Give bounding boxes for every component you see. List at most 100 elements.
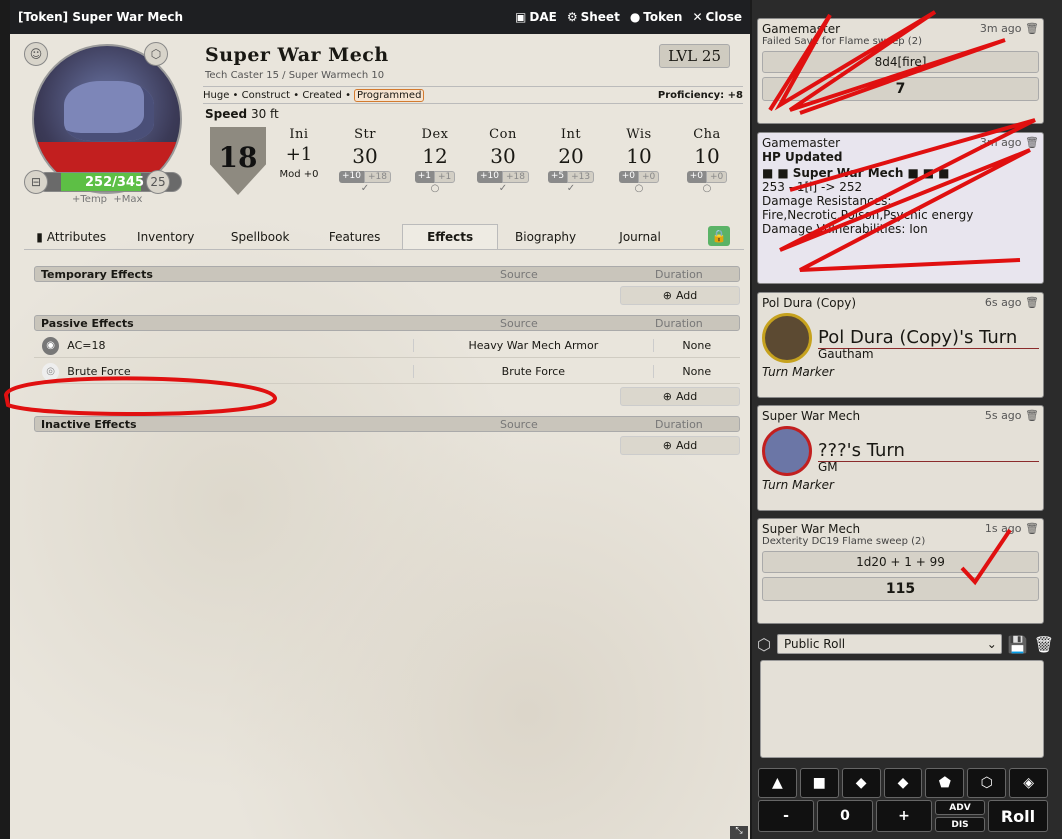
chevron-down-icon: ⌄: [986, 637, 997, 651]
ability-int[interactable]: Int 20 +5 +13 ✓: [540, 127, 602, 194]
armor-icon: ◉: [42, 336, 60, 355]
save-icon[interactable]: 💾: [1008, 635, 1028, 654]
minus-button[interactable]: -: [758, 800, 814, 832]
add-temporary-effect-button[interactable]: ⊕ Add: [620, 286, 740, 305]
user-icon[interactable]: ■: [907, 166, 918, 180]
plus-circle-icon: ⊕: [662, 289, 672, 302]
add-passive-effect-button[interactable]: ⊕ Add: [620, 387, 740, 406]
ability-dex[interactable]: Dex 12 +1 +1 ○: [404, 127, 466, 194]
trash-icon[interactable]: 🗑: [1025, 409, 1039, 422]
trash-icon[interactable]: 🗑: [1025, 136, 1039, 149]
d100-icon[interactable]: ◈: [1009, 768, 1049, 798]
d20-icon: ⬡: [757, 634, 771, 654]
chat-message[interactable]: Gamemaster 3m ago 🗑 Failed Save for Flame…: [757, 18, 1044, 124]
trash-icon[interactable]: 🗑: [1025, 522, 1039, 535]
plus-button[interactable]: +: [876, 800, 932, 832]
fist-icon: ◎: [42, 362, 60, 381]
roll-button[interactable]: Roll: [988, 800, 1048, 832]
trash-icon[interactable]: 🗑: [1034, 635, 1054, 654]
proficiency: Proficiency: +8: [657, 89, 743, 101]
chat-message[interactable]: Super War Mech 5s ago 🗑 ???'s Turn GM Tur…: [757, 405, 1044, 511]
trash-icon[interactable]: 🗑: [1025, 22, 1039, 35]
roll-mode-select[interactable]: Public Roll ⌄: [776, 634, 1002, 654]
tab-features[interactable]: Features: [307, 224, 401, 249]
d12-icon[interactable]: ⬟: [925, 768, 965, 798]
level-badge: LVL 25: [659, 44, 730, 68]
effect-row[interactable]: ◎ Brute Force Brute Force None: [34, 360, 740, 384]
tab-biography[interactable]: Biography: [498, 224, 592, 249]
add-inactive-effect-button[interactable]: ⊕ Add: [620, 436, 740, 455]
modifier-input[interactable]: 0: [817, 800, 873, 832]
roll-total[interactable]: 7: [762, 77, 1039, 101]
dice-tray: ▲ ■ ◆ ◆ ⬟ ⬡ ◈: [758, 768, 1049, 798]
resize-handle-icon[interactable]: ⤡: [730, 826, 748, 839]
ability-con[interactable]: Con 30 +10 +18 ✓: [472, 127, 534, 194]
token-button[interactable]: ● Token: [630, 10, 683, 24]
chat-message[interactable]: Gamemaster 3m ago 🗑 HP Updated ■ ■ Super W…: [757, 132, 1044, 284]
sheet-tabs: ▮ Attributes Inventory Spellbook Features…: [24, 224, 744, 250]
actor-traits: Huge • Construct • Created • Programmed P…: [203, 86, 743, 104]
trash-icon[interactable]: 🗑: [1025, 296, 1039, 309]
gear-icon: ⚙: [566, 10, 578, 24]
speed[interactable]: Speed 30 ft: [205, 107, 279, 121]
hit-dice[interactable]: 25: [146, 170, 170, 194]
passive-effects-header: Passive Effects Source Duration: [34, 315, 740, 331]
programmed-tag[interactable]: Programmed: [353, 88, 425, 102]
ability-ini[interactable]: Ini +1 Mod +0: [268, 127, 330, 180]
user-icon[interactable]: ■: [923, 166, 934, 180]
ability-str[interactable]: Str 30 +10 +18 ✓: [334, 127, 396, 194]
plus-circle-icon: ⊕: [662, 439, 672, 452]
chat-input[interactable]: [760, 660, 1044, 758]
d20-icon[interactable]: ⬡: [967, 768, 1007, 798]
ability-wis[interactable]: Wis 10 +0 +0 ○: [608, 127, 670, 194]
user-icon[interactable]: ■: [938, 166, 949, 180]
user-icon[interactable]: ■: [777, 166, 788, 180]
temporary-effects-header: Temporary Effects Source Duration: [34, 266, 740, 282]
plus-circle-icon: ⊕: [662, 390, 672, 403]
roll-formula[interactable]: 8d4[fire]: [762, 51, 1039, 73]
tab-attributes[interactable]: ▮ Attributes: [24, 224, 118, 249]
hp-temp-max[interactable]: +Temp +Max: [72, 194, 142, 205]
rest-bed-icon[interactable]: ⊟: [24, 170, 48, 194]
tab-spellbook[interactable]: Spellbook: [213, 224, 307, 249]
roll-total[interactable]: 115: [762, 577, 1039, 601]
avatar: [762, 426, 812, 476]
chat-message[interactable]: Pol Dura (Copy) 6s ago 🗑 Pol Dura (Copy)'…: [757, 292, 1044, 398]
bookmark-icon: ▮: [36, 229, 43, 244]
inactive-effects-header: Inactive Effects Source Duration: [34, 416, 740, 432]
tab-journal[interactable]: Journal: [593, 224, 687, 249]
tab-effects[interactable]: Effects: [401, 224, 499, 249]
roll-mode-row: ⬡ Public Roll ⌄ 💾 🗑: [757, 633, 1054, 655]
chat-message[interactable]: Super War Mech 1s ago 🗑 Dexterity DC19 Fl…: [757, 518, 1044, 624]
actor-classes: Tech Caster 15 / Super Warmech 10: [205, 70, 385, 81]
d8-icon[interactable]: ◆: [841, 768, 881, 798]
dae-button[interactable]: ▣ DAE: [515, 10, 557, 24]
mech-image: [64, 81, 154, 141]
roll-formula[interactable]: 1d20 + 1 + 99: [762, 551, 1039, 573]
actor-name[interactable]: Super War Mech: [205, 44, 389, 66]
armor-class-shield[interactable]: 18: [210, 127, 266, 195]
d6-icon[interactable]: ■: [799, 768, 839, 798]
d20-icon[interactable]: ⬡: [144, 42, 168, 66]
ability-cha[interactable]: Cha 10 +0 +0 ○: [676, 127, 738, 194]
d4-icon[interactable]: ▲: [758, 768, 797, 798]
tab-inventory[interactable]: Inventory: [118, 224, 212, 249]
chat-log: Gamemaster 3m ago 🗑 Failed Save for Flame…: [752, 0, 1062, 839]
advantage-button[interactable]: ADV: [935, 800, 985, 815]
close-button[interactable]: ✕ Close: [692, 10, 742, 24]
window-titlebar[interactable]: [Token] Super War Mech ▣ DAE ⚙ Sheet ● Toke…: [10, 0, 750, 34]
character-sheet: [Token] Super War Mech ▣ DAE ⚙ Sheet ● Toke…: [10, 0, 750, 839]
avatar: [762, 313, 812, 363]
close-icon: ✕: [692, 10, 703, 24]
user-circle-icon: ●: [629, 10, 641, 24]
lock-icon[interactable]: 🔒: [708, 226, 730, 246]
disadvantage-button[interactable]: DIS: [935, 817, 985, 832]
clipboard-icon: ▣: [515, 10, 527, 24]
sheet-button[interactable]: ⚙ Sheet: [567, 10, 620, 24]
d10-icon[interactable]: ◆: [883, 768, 923, 798]
window-title: [Token] Super War Mech: [18, 10, 184, 24]
roll-controls: - 0 + ADV DIS Roll: [758, 800, 1048, 832]
effect-row[interactable]: ◉ AC=18 Heavy War Mech Armor None: [34, 334, 740, 358]
user-icon[interactable]: ■: [762, 166, 773, 180]
inspiration-icon[interactable]: ☺: [24, 42, 48, 66]
